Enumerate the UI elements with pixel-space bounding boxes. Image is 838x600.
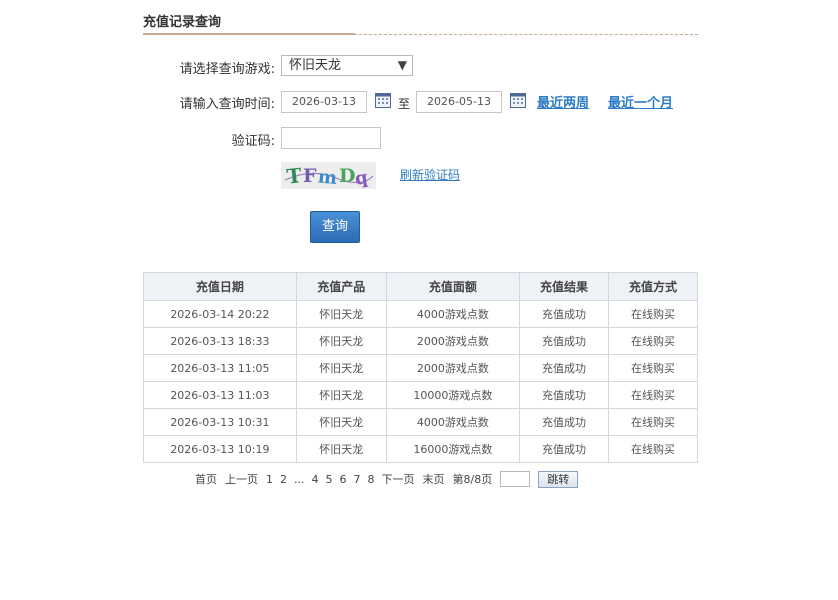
column-header-result: 充值结果 [519,272,609,301]
time-range-label: 请输入查询时间: [179,97,275,112]
cell-result: 充值成功 [519,354,609,382]
column-header-amount: 充值面额 [385,272,521,301]
cell-product: 怀旧天龙 [295,435,387,463]
page-number-input[interactable] [500,471,531,487]
calendar-icon[interactable] [375,93,391,108]
cell-method: 在线购买 [608,435,698,463]
table-row: 2026-03-13 10:19 怀旧天龙 16000游戏点数 充值成功 在线购… [143,435,698,463]
query-button[interactable]: 查询 [310,211,360,243]
game-select-value: 怀旧天龙 [289,58,342,73]
cell-method: 在线购买 [608,327,698,355]
game-select-label: 请选择查询游戏: [179,62,275,77]
next-page-link[interactable]: 下一页 [382,471,415,487]
table-row: 2026-03-13 11:05 怀旧天龙 2000游戏点数 充值成功 在线购买 [143,354,698,382]
cell-result: 充值成功 [519,381,609,409]
cell-amount: 4000游戏点数 [385,300,521,328]
cell-result: 充值成功 [519,408,609,436]
cell-result: 充值成功 [519,300,609,328]
captcha-input[interactable] [281,127,381,149]
cell-product: 怀旧天龙 [295,327,387,355]
recharge-records-table: 充值日期 充值产品 充值面额 充值结果 充值方式 2026-03-14 20:2… [143,272,698,463]
recharge-record-page: 充值记录查询 请选择查询游戏: 怀旧天龙 ▼ 请输入查询时间: 2026-03-… [0,0,838,600]
cell-method: 在线购买 [608,354,698,382]
cell-amount: 2000游戏点数 [385,354,521,382]
cell-date: 2026-03-13 11:05 [143,354,297,382]
cell-date: 2026-03-13 10:31 [143,408,297,436]
page-title: 充值记录查询 [143,15,222,30]
column-header-method: 充值方式 [608,272,698,301]
pagination: 首页 上一页 1 2 ... 4 5 6 7 8 下一页 末页 第8/8页 跳转 [195,470,579,488]
page-link[interactable]: 2 [280,473,287,486]
column-header-date: 充值日期 [143,272,297,301]
end-date-input[interactable]: 2026-05-13 [416,91,502,113]
first-page-link[interactable]: 首页 [195,471,217,487]
column-header-product: 充值产品 [295,272,387,301]
start-date-input[interactable]: 2026-03-13 [281,91,367,113]
table-header-row: 充值日期 充值产品 充值面额 充值结果 充值方式 [143,272,698,301]
cell-amount: 16000游戏点数 [385,435,521,463]
jump-button[interactable]: 跳转 [538,470,579,488]
page-ellipsis: ... [294,472,305,486]
svg-text:F: F [303,165,317,187]
refresh-captcha-link[interactable]: 刷新验证码 [400,166,460,183]
cell-product: 怀旧天龙 [295,300,387,328]
page-status: 第8/8页 [452,473,493,486]
cell-product: 怀旧天龙 [295,408,387,436]
captcha-label: 验证码: [231,134,275,149]
table-row: 2026-03-14 20:22 怀旧天龙 4000游戏点数 充值成功 在线购买 [143,300,698,328]
table-row: 2026-03-13 10:31 怀旧天龙 4000游戏点数 充值成功 在线购买 [143,408,698,436]
page-link[interactable]: 5 [326,473,333,486]
cell-method: 在线购买 [608,381,698,409]
table-row: 2026-03-13 11:03 怀旧天龙 10000游戏点数 充值成功 在线购… [143,381,698,409]
title-divider-accent [143,33,355,35]
cell-result: 充值成功 [519,327,609,355]
captcha-image: T F m D q [281,162,376,189]
calendar-icon[interactable] [510,93,526,108]
cell-product: 怀旧天龙 [295,381,387,409]
page-link[interactable]: 1 [266,473,273,486]
cell-result: 充值成功 [519,435,609,463]
cell-date: 2026-03-14 20:22 [143,300,297,328]
cell-amount: 10000游戏点数 [385,381,521,409]
table-row: 2026-03-13 18:33 怀旧天龙 2000游戏点数 充值成功 在线购买 [143,327,698,355]
page-link[interactable]: 7 [354,473,361,486]
cell-date: 2026-03-13 11:03 [143,381,297,409]
cell-product: 怀旧天龙 [295,354,387,382]
last-month-link[interactable]: 最近一个月 [608,92,673,111]
page-link[interactable]: 6 [340,473,347,486]
cell-date: 2026-03-13 18:33 [143,327,297,355]
last-page-link[interactable]: 末页 [423,471,445,487]
page-link[interactable]: 4 [312,473,319,486]
cell-method: 在线购买 [608,300,698,328]
svg-text:m: m [317,166,338,189]
prev-page-link[interactable]: 上一页 [225,471,258,487]
cell-amount: 4000游戏点数 [385,408,521,436]
svg-text:T: T [286,163,303,188]
cell-amount: 2000游戏点数 [385,327,521,355]
game-select[interactable]: 怀旧天龙 ▼ [281,55,413,76]
last-two-weeks-link[interactable]: 最近两周 [537,92,589,111]
page-link-current[interactable]: 8 [368,473,375,486]
date-range-separator: 至 [398,97,411,111]
cell-method: 在线购买 [608,408,698,436]
cell-date: 2026-03-13 10:19 [143,435,297,463]
dropdown-arrow-icon: ▼ [397,58,407,72]
